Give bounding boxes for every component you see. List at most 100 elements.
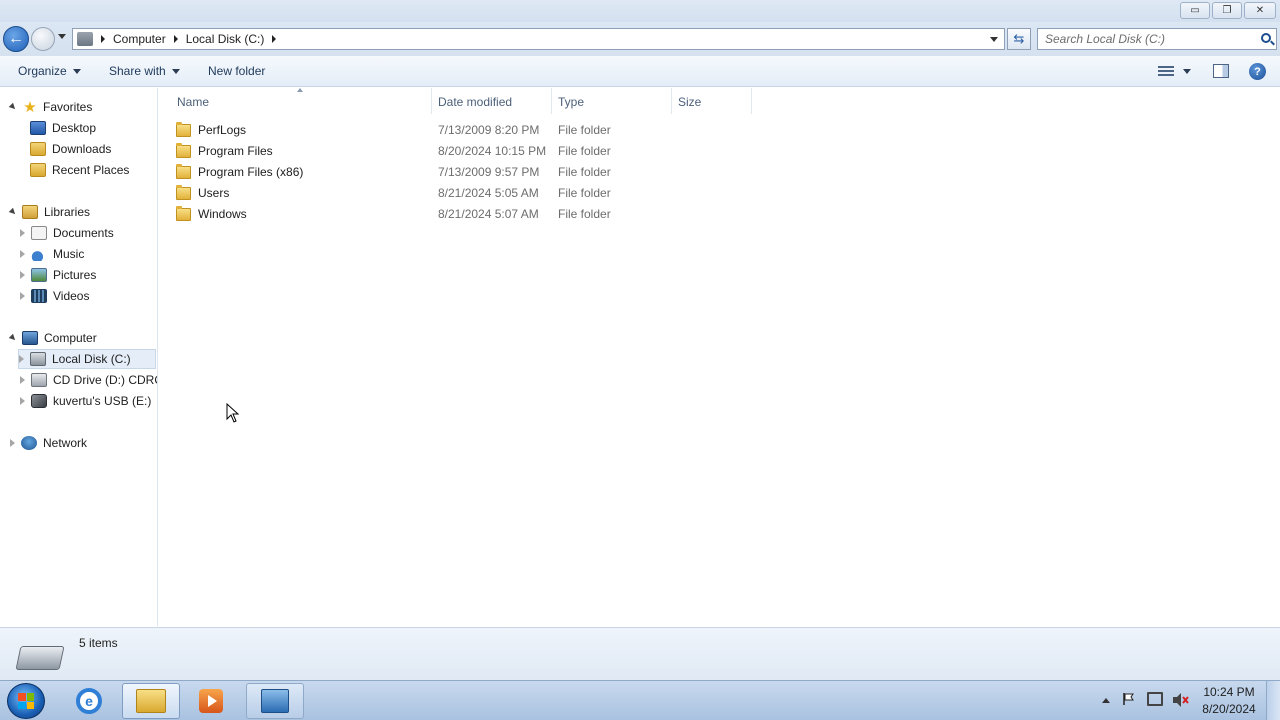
nav-music[interactable]: Music xyxy=(20,244,84,264)
action-center-flag-icon[interactable] xyxy=(1122,692,1136,706)
nav-usb[interactable]: kuvertu's USB (E:) xyxy=(20,391,151,411)
table-row[interactable]: Program Files 8/20/2024 10:15 PM File fo… xyxy=(176,141,646,161)
column-divider[interactable] xyxy=(431,88,432,114)
maximize-button[interactable]: ❐ xyxy=(1212,2,1242,19)
share-with-button[interactable]: Share with xyxy=(109,64,180,78)
expand-arrow-icon[interactable] xyxy=(20,292,25,300)
show-hidden-icons-icon[interactable] xyxy=(1102,698,1110,703)
back-button[interactable]: ← xyxy=(3,26,29,52)
organize-button[interactable]: Organize xyxy=(18,64,81,78)
minimize-button[interactable]: ▭ xyxy=(1180,2,1210,19)
chevron-down-icon xyxy=(72,68,81,74)
expand-icon[interactable] xyxy=(8,207,18,217)
nav-videos[interactable]: Videos xyxy=(20,286,89,306)
details-pane: 5 items xyxy=(0,627,1280,680)
nav-videos-label: Videos xyxy=(53,289,90,303)
close-button[interactable]: ✕ xyxy=(1244,2,1276,19)
table-row[interactable]: Windows 8/21/2024 5:07 AM File folder xyxy=(176,204,646,224)
taskbar-media-player[interactable] xyxy=(182,683,240,719)
breadcrumb-chevron-icon[interactable] xyxy=(101,35,105,43)
address-dropdown-icon[interactable] xyxy=(990,37,998,42)
expand-icon[interactable] xyxy=(8,102,18,112)
expand-arrow-icon[interactable] xyxy=(20,229,25,237)
music-icon xyxy=(31,247,47,261)
nav-cd-drive[interactable]: CD Drive (D:) CDROM xyxy=(20,370,157,390)
search-icon[interactable] xyxy=(1261,33,1271,43)
system-clock[interactable]: 10:24 PM 8/20/2024 xyxy=(1198,684,1260,718)
title-bar: ▭ ❐ ✕ xyxy=(0,0,1280,22)
expand-arrow-icon[interactable] xyxy=(10,439,15,447)
column-divider[interactable] xyxy=(551,88,552,114)
nav-cd-drive-label: CD Drive (D:) CDROM xyxy=(53,373,157,387)
hard-disk-icon xyxy=(15,646,65,670)
table-row[interactable]: Users 8/21/2024 5:05 AM File folder xyxy=(176,183,646,203)
column-divider[interactable] xyxy=(671,88,672,114)
nav-documents-label: Documents xyxy=(53,226,114,240)
expand-arrow-icon[interactable] xyxy=(20,376,25,384)
recent-pages-dropdown[interactable] xyxy=(58,34,66,39)
close-icon: ✕ xyxy=(1255,5,1265,16)
volume-muted-icon[interactable] xyxy=(1172,692,1190,708)
nav-network-label: Network xyxy=(43,436,88,450)
taskbar-network-program[interactable] xyxy=(246,683,304,719)
nav-libraries[interactable]: Libraries xyxy=(8,202,91,222)
breadcrumb-computer[interactable]: Computer xyxy=(113,32,166,46)
column-header-name[interactable]: Name xyxy=(177,92,209,112)
nav-documents[interactable]: Documents xyxy=(20,223,114,243)
table-row[interactable]: PerfLogs 7/13/2009 8:20 PM File folder xyxy=(176,120,646,140)
column-header-type[interactable]: Type xyxy=(558,92,584,112)
column-divider[interactable] xyxy=(751,88,752,114)
folder-icon xyxy=(176,184,191,200)
breadcrumb-local-disk[interactable]: Local Disk (C:) xyxy=(186,32,265,46)
expand-arrow-icon[interactable] xyxy=(19,355,24,363)
help-icon[interactable]: ? xyxy=(1249,63,1266,80)
refresh-icon: ⇆ xyxy=(1013,31,1025,46)
view-options-dropdown-icon[interactable] xyxy=(1183,69,1191,74)
file-type: File folder xyxy=(558,144,611,158)
command-bar: Organize Share with New folder xyxy=(0,56,1280,87)
table-row[interactable]: Program Files (x86) 7/13/2009 9:57 PM Fi… xyxy=(176,162,646,182)
expand-arrow-icon[interactable] xyxy=(20,250,25,258)
documents-icon xyxy=(31,226,47,240)
breadcrumb-chevron-icon[interactable] xyxy=(173,35,178,43)
file-name: Program Files (x86) xyxy=(198,165,304,179)
expand-icon[interactable] xyxy=(8,333,18,343)
nav-network[interactable]: Network xyxy=(10,433,87,453)
new-folder-button[interactable]: New folder xyxy=(208,64,265,78)
file-date: 7/13/2009 8:20 PM xyxy=(438,123,540,137)
nav-libraries-label: Libraries xyxy=(44,205,91,219)
network-tray-icon[interactable] xyxy=(1147,692,1163,706)
address-row: ← Computer Local Disk (C:) ⇆ xyxy=(0,22,1280,56)
refresh-button[interactable]: ⇆ xyxy=(1007,28,1031,50)
column-header-date[interactable]: Date modified xyxy=(438,92,512,112)
taskbar-windows-explorer[interactable] xyxy=(122,683,180,719)
change-view-icon[interactable] xyxy=(1158,66,1174,78)
nav-pictures[interactable]: Pictures xyxy=(20,265,96,285)
column-header-size[interactable]: Size xyxy=(678,92,701,112)
file-type: File folder xyxy=(558,165,611,179)
libraries-icon xyxy=(22,205,38,219)
address-bar[interactable]: Computer Local Disk (C:) xyxy=(72,28,1005,50)
search-box[interactable] xyxy=(1037,28,1277,50)
nav-pictures-label: Pictures xyxy=(53,268,97,282)
search-input[interactable] xyxy=(1038,29,1248,49)
taskbar: e xyxy=(0,680,1280,720)
nav-favorites[interactable]: ★ Favorites xyxy=(8,97,92,117)
nav-downloads[interactable]: Downloads xyxy=(30,139,111,159)
preview-pane-icon[interactable] xyxy=(1213,64,1229,78)
forward-button[interactable] xyxy=(31,27,55,51)
nav-recent-places[interactable]: Recent Places xyxy=(30,160,129,180)
nav-desktop[interactable]: Desktop xyxy=(30,118,96,138)
nav-computer[interactable]: Computer xyxy=(8,328,97,348)
show-desktop-button[interactable] xyxy=(1266,681,1280,720)
media-player-icon xyxy=(199,689,223,713)
chevron-down-icon xyxy=(171,68,180,74)
nav-local-disk[interactable]: Local Disk (C:) xyxy=(18,349,156,369)
taskbar-internet-explorer[interactable]: e xyxy=(60,683,118,719)
breadcrumb-chevron-icon[interactable] xyxy=(272,35,277,43)
expand-arrow-icon[interactable] xyxy=(20,397,25,405)
nav-recent-places-label: Recent Places xyxy=(52,163,130,177)
maximize-icon: ❐ xyxy=(1222,5,1232,16)
start-button[interactable] xyxy=(7,683,45,719)
expand-arrow-icon[interactable] xyxy=(20,271,25,279)
